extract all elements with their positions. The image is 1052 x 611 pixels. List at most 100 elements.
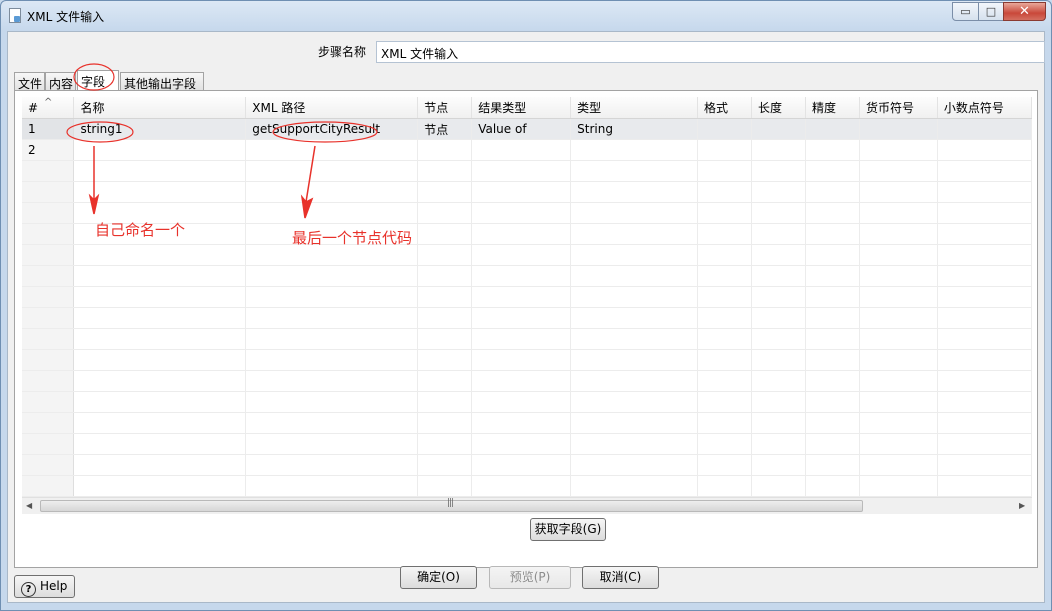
grid-cell[interactable]: [805, 349, 860, 371]
grid-cell[interactable]: [471, 223, 572, 245]
grid-cell[interactable]: [751, 391, 806, 413]
grid-cell[interactable]: 节点: [417, 118, 473, 140]
grid-cell[interactable]: [859, 265, 938, 287]
grid-cell[interactable]: [570, 139, 699, 161]
grid-cell[interactable]: [570, 370, 699, 392]
grid-cell[interactable]: [751, 244, 806, 266]
grid-cell[interactable]: [697, 118, 753, 140]
grid-cell[interactable]: [471, 391, 572, 413]
grid-cell[interactable]: [937, 160, 1032, 182]
grid-cell[interactable]: [751, 349, 806, 371]
table-row[interactable]: 2: [22, 139, 1032, 161]
grid-cell[interactable]: [570, 160, 699, 182]
grid-cell[interactable]: [859, 391, 938, 413]
grid-cell[interactable]: [751, 286, 806, 308]
grid-cell[interactable]: [417, 391, 473, 413]
grid-cell[interactable]: [417, 349, 473, 371]
grid-cell[interactable]: [73, 349, 247, 371]
grid-cell[interactable]: [805, 391, 860, 413]
grid-cell[interactable]: [471, 139, 572, 161]
grid-cell[interactable]: [245, 202, 419, 224]
grid-cell[interactable]: [417, 328, 473, 350]
table-row[interactable]: [22, 349, 1032, 371]
grid-cell[interactable]: [471, 265, 572, 287]
grid-cell[interactable]: [805, 139, 860, 161]
grid-cell[interactable]: [570, 433, 699, 455]
grid-cell[interactable]: [570, 475, 699, 497]
grid-cell[interactable]: [570, 454, 699, 476]
grid-cell[interactable]: string1: [73, 118, 247, 140]
grid-cell[interactable]: [937, 202, 1032, 224]
grid-cell[interactable]: [751, 265, 806, 287]
grid-cell[interactable]: [471, 412, 572, 434]
grid-cell[interactable]: [805, 433, 860, 455]
grid-cell[interactable]: [245, 454, 419, 476]
grid-cell[interactable]: [805, 265, 860, 287]
table-row[interactable]: [22, 370, 1032, 392]
grid-cell[interactable]: [73, 160, 247, 182]
table-row[interactable]: [22, 265, 1032, 287]
grid-cell[interactable]: [417, 307, 473, 329]
grid-cell[interactable]: [570, 349, 699, 371]
grid-cell[interactable]: [937, 118, 1032, 140]
column-header-name[interactable]: 名称: [73, 97, 247, 119]
grid-cell[interactable]: [805, 412, 860, 434]
grid-cell[interactable]: getSupportCityResult: [245, 118, 419, 140]
grid-cell[interactable]: [937, 286, 1032, 308]
grid-cell[interactable]: [751, 181, 806, 203]
grid-cell[interactable]: [697, 181, 753, 203]
grid-cell[interactable]: [859, 160, 938, 182]
grid-cell[interactable]: [471, 433, 572, 455]
grid-cell[interactable]: [937, 139, 1032, 161]
grid-cell[interactable]: [805, 202, 860, 224]
grid-cell[interactable]: [805, 307, 860, 329]
grid-cell[interactable]: [73, 139, 247, 161]
grid-cell[interactable]: [417, 223, 473, 245]
grid-cell[interactable]: [417, 202, 473, 224]
grid-cell[interactable]: [570, 286, 699, 308]
table-row[interactable]: [22, 307, 1032, 329]
grid-cell[interactable]: [751, 118, 806, 140]
grid-cell[interactable]: [937, 223, 1032, 245]
ok-button[interactable]: 确定(O): [400, 566, 477, 589]
tab-file[interactable]: 文件: [14, 72, 45, 91]
grid-cell[interactable]: [937, 454, 1032, 476]
grid-cell[interactable]: String: [570, 118, 699, 140]
grid-cell[interactable]: [245, 391, 419, 413]
grid-cell[interactable]: [859, 181, 938, 203]
grid-cell[interactable]: [859, 370, 938, 392]
table-row[interactable]: [22, 244, 1032, 266]
grid-cell[interactable]: [805, 160, 860, 182]
grid-cell[interactable]: [751, 433, 806, 455]
table-row[interactable]: [22, 391, 1032, 413]
grid-cell[interactable]: [417, 265, 473, 287]
grid-cell[interactable]: [73, 328, 247, 350]
grid-cell[interactable]: [697, 223, 753, 245]
grid-cell[interactable]: [697, 475, 753, 497]
grid-cell[interactable]: [245, 475, 419, 497]
grid-cell[interactable]: [859, 244, 938, 266]
grid-cell[interactable]: [937, 412, 1032, 434]
grid-cell[interactable]: [417, 412, 473, 434]
grid-cell[interactable]: [471, 160, 572, 182]
grid-cell[interactable]: [805, 286, 860, 308]
grid-cell[interactable]: [697, 349, 753, 371]
grid-cell[interactable]: [73, 307, 247, 329]
grid-cell[interactable]: [805, 223, 860, 245]
grid-cell[interactable]: [697, 370, 753, 392]
grid-cell[interactable]: [570, 391, 699, 413]
table-row[interactable]: [22, 181, 1032, 203]
grid-cell[interactable]: [751, 475, 806, 497]
scroll-left-icon[interactable]: ◀: [26, 501, 32, 510]
table-row[interactable]: [22, 433, 1032, 455]
grid-cell[interactable]: [73, 412, 247, 434]
grid-cell[interactable]: [937, 349, 1032, 371]
grid-cell[interactable]: [570, 265, 699, 287]
grid-cell[interactable]: [245, 349, 419, 371]
grid-cell[interactable]: [805, 181, 860, 203]
grid-cell[interactable]: [417, 139, 473, 161]
grid-cell[interactable]: [245, 265, 419, 287]
grid-cell[interactable]: [937, 181, 1032, 203]
grid-cell[interactable]: [471, 202, 572, 224]
grid-cell[interactable]: Value of: [471, 118, 572, 140]
